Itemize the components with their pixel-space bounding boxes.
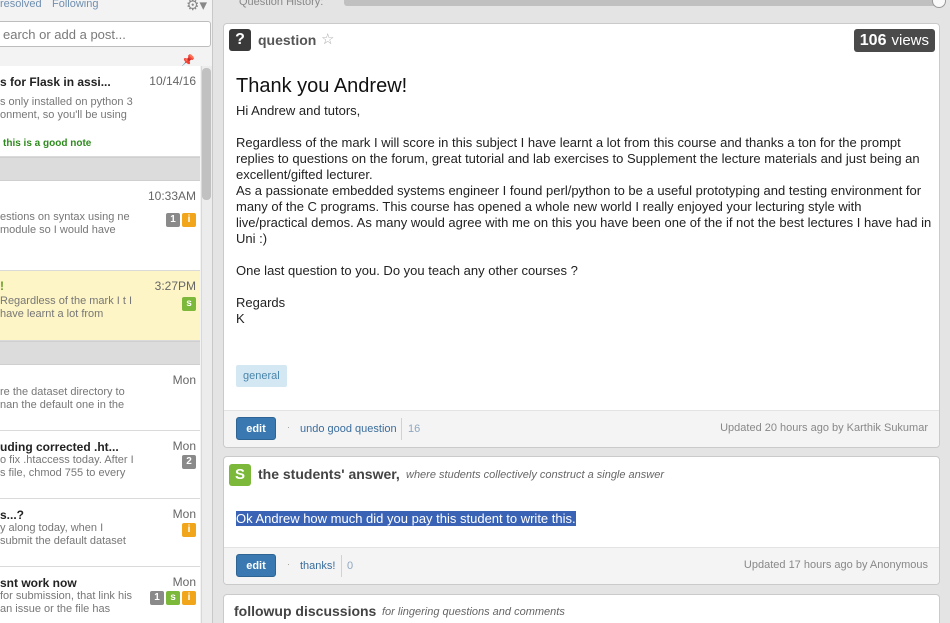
feed-item-note: this is a good note	[3, 138, 92, 149]
feed-item-snippet: for submission, that link his an issue o…	[0, 590, 133, 615]
feed-item[interactable]: s...? Mon y along today, when I submit t…	[0, 499, 200, 567]
question-icon: ?	[229, 29, 251, 51]
views-badge: 106 views	[853, 29, 935, 52]
student-answer-subtitle: where students collectively construct a …	[406, 469, 665, 481]
post-signature: K	[236, 311, 245, 326]
feed-item-date: 10:33AM	[147, 189, 196, 203]
post-title: Thank you Andrew!	[236, 75, 408, 97]
gear-icon[interactable]: ⚙▾	[186, 0, 208, 14]
student-answer-label: the students' answer,	[258, 466, 400, 482]
feed-item-date: Mon	[172, 439, 196, 453]
followup-title: followup discussions	[234, 603, 377, 619]
search-input[interactable]	[0, 21, 211, 47]
feed-item-title: uding corrected .ht...	[0, 440, 119, 454]
followup-count-badge: 2	[182, 455, 196, 469]
feed-item-title: snt work now	[0, 576, 77, 590]
instructor-answer-badge: i	[182, 591, 196, 605]
pin-icon: 📌	[181, 55, 195, 67]
student-answer-card: S the students' answer, where students c…	[223, 456, 940, 585]
feed-item[interactable]: uding corrected .ht... Mon o fix .htacce…	[0, 431, 200, 499]
post-paragraph: As a passionate embedded systems enginee…	[236, 183, 932, 246]
question-footer: edit · undo good question 16 Updated 20 …	[224, 410, 939, 447]
instructor-answer-badge: i	[182, 523, 196, 537]
question-history-label: Question History:	[239, 0, 324, 8]
followup-card: followup discussions for lingering quest…	[223, 594, 940, 623]
post-paragraph: Regardless of the mark I will score in t…	[236, 135, 920, 182]
feed-item[interactable]: 10:33AM estions on syntax using ne modul…	[0, 181, 200, 271]
feed-group-divider	[0, 341, 200, 365]
edit-button[interactable]: edit	[236, 554, 276, 577]
feed-item[interactable]: snt work now Mon for submission, that li…	[0, 567, 200, 623]
feed-scrollbar-thumb[interactable]	[202, 68, 211, 200]
answer-footer: edit · thanks! 0 Updated 17 hours ago by…	[224, 547, 939, 584]
question-history-handle[interactable]	[932, 0, 946, 8]
feed-item-title: !	[0, 279, 4, 293]
post-signoff: Regards	[236, 295, 286, 310]
feed-item-selected[interactable]: ! 3:27PM Regardless of the mark I t I ha…	[0, 271, 200, 341]
feed-item-date: Mon	[172, 507, 196, 521]
feed-item-snippet: s only installed on python 3 onment, so …	[0, 96, 133, 121]
thanks-count: 0	[347, 560, 354, 572]
answer-text: Ok Andrew how much did you pay this stud…	[236, 511, 576, 526]
question-history-slider[interactable]	[344, 0, 942, 6]
feed-item-date: 10/14/16	[149, 74, 196, 88]
star-icon[interactable]: ☆	[321, 30, 334, 48]
feed-item-snippet: o fix .htaccess today. After I s file, c…	[0, 454, 134, 479]
student-answer-badge: s	[166, 591, 180, 605]
good-question-count: 16	[408, 423, 421, 435]
views-word: views	[891, 32, 929, 49]
student-answer-icon: S	[229, 464, 251, 486]
views-count: 106	[859, 32, 887, 49]
question-card: ? question ☆ 106 views Thank you Andrew!…	[223, 23, 940, 448]
instructor-answer-badge: i	[182, 213, 196, 227]
feed-item-date: Mon	[172, 575, 196, 589]
folder-tag[interactable]: general	[236, 365, 287, 387]
student-answer-badge: s	[182, 297, 196, 311]
filter-following[interactable]: Following	[52, 0, 98, 10]
feed-item[interactable]: s for Flask in assi... 10/14/16 s only i…	[0, 66, 200, 157]
followup-count-badge: 1	[166, 213, 180, 227]
edit-button[interactable]: edit	[236, 417, 276, 440]
post-paragraph: One last question to you. Do you teach a…	[236, 263, 578, 278]
thanks-link[interactable]: thanks!	[300, 560, 335, 572]
updated-info: Updated 20 hours ago by Karthik Sukumar	[720, 422, 928, 434]
feed-item-snippet: estions on syntax using ne module so I w…	[0, 211, 130, 236]
post-greeting: Hi Andrew and tutors,	[236, 103, 361, 118]
filter-unresolved[interactable]: resolved	[0, 0, 42, 10]
feed-list: s for Flask in assi... 10/14/16 s only i…	[0, 66, 200, 623]
feed-group-divider	[0, 157, 200, 181]
followup-count-badge: 1	[150, 591, 164, 605]
undo-good-question-link[interactable]: undo good question	[300, 423, 397, 435]
question-label: question	[258, 32, 317, 48]
updated-info: Updated 17 hours ago by Anonymous	[743, 559, 928, 571]
feed-item-snippet: re the dataset directory to nan the defa…	[0, 386, 125, 411]
feed-item-title: s for Flask in assi...	[0, 75, 111, 89]
feed-item-snippet: y along today, when I submit the default…	[0, 522, 126, 547]
feed-item-snippet: Regardless of the mark I t I have learnt…	[0, 295, 133, 320]
feed-item-title: s...?	[0, 508, 25, 522]
followup-subtitle: for lingering questions and comments	[382, 606, 565, 618]
filter-bar: resolved Following	[0, 0, 212, 14]
feed-item-date: 3:27PM	[154, 279, 196, 293]
feed-panel: resolved Following ⚙▾ 📌 s for Flask in a…	[0, 0, 213, 623]
post-body: Hi Andrew and tutors, Regardless of the …	[236, 103, 932, 327]
feed-item-date: Mon	[172, 373, 196, 387]
question-history: Question History:	[216, 0, 950, 12]
feed-item[interactable]: Mon re the dataset directory to nan the …	[0, 365, 200, 431]
